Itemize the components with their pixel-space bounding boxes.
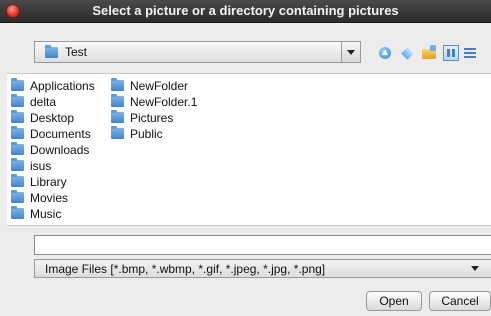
list-view-icon[interactable] (443, 45, 459, 61)
list-item-label: isus (30, 159, 52, 173)
folder-icon (11, 110, 24, 123)
file-list-column: NewFolder NewFolder.1 Pictures Public (111, 78, 197, 142)
list-item-label: NewFolder (130, 79, 189, 93)
file-type-filter[interactable]: Image Files [*.bmp, *.wbmp, *.gif, *.jpe… (34, 259, 491, 278)
folder-icon (11, 206, 24, 219)
file-type-filter-value: Image Files [*.bmp, *.wbmp, *.gif, *.jpe… (45, 262, 326, 276)
list-item[interactable]: Downloads (11, 142, 95, 158)
list-item-label: Pictures (130, 111, 174, 125)
list-item[interactable]: Library (11, 174, 95, 190)
folder-icon (11, 126, 24, 139)
list-item[interactable]: NewFolder.1 (111, 94, 197, 110)
folder-icon (11, 94, 24, 107)
list-item-label: Desktop (30, 111, 75, 125)
list-item[interactable]: isus (11, 158, 95, 174)
directory-combo[interactable]: Test (34, 41, 361, 63)
up-one-level-icon[interactable] (377, 45, 393, 61)
cancel-button[interactable]: Cancel (429, 291, 491, 311)
list-item[interactable]: NewFolder (111, 78, 197, 94)
file-name-input[interactable] (34, 235, 491, 255)
folder-icon (11, 142, 24, 155)
list-item-label: NewFolder.1 (130, 95, 198, 109)
title-bar: Select a picture or a directory containi… (0, 0, 491, 23)
folder-icon (11, 174, 24, 187)
list-item[interactable]: Desktop (11, 110, 95, 126)
list-item-label: Public (130, 127, 163, 141)
folder-icon (11, 158, 24, 171)
new-folder-icon[interactable] (421, 45, 437, 61)
list-item[interactable]: Music (11, 206, 95, 222)
details-view-icon[interactable] (462, 45, 478, 61)
folder-icon (111, 78, 124, 91)
list-item-label: Movies (30, 191, 69, 205)
folder-icon (111, 110, 124, 123)
folder-icon (11, 78, 24, 91)
home-icon[interactable] (400, 45, 416, 61)
list-item-label: Music (30, 207, 62, 221)
file-list-column: Applications delta Desktop Documents Dow… (11, 78, 95, 222)
chevron-down-icon[interactable] (341, 42, 360, 62)
folder-icon (111, 126, 124, 139)
list-item[interactable]: delta (11, 94, 95, 110)
folder-icon (45, 45, 58, 58)
list-item[interactable]: Movies (11, 190, 95, 206)
list-item-label: Applications (30, 79, 95, 93)
directory-combo-value: Test (65, 45, 88, 59)
list-item-label: Downloads (30, 143, 90, 157)
folder-icon (111, 94, 124, 107)
file-list[interactable]: Applications delta Desktop Documents Dow… (7, 73, 491, 226)
folder-icon (11, 190, 24, 203)
list-item-label: delta (30, 95, 57, 109)
list-item[interactable]: Pictures (111, 110, 197, 126)
chevron-down-icon[interactable] (467, 260, 483, 277)
list-item[interactable]: Public (111, 126, 197, 142)
open-button[interactable]: Open (366, 291, 422, 311)
list-item[interactable]: Applications (11, 78, 95, 94)
list-item-label: Library (30, 175, 67, 189)
window-title: Select a picture or a directory containi… (92, 3, 399, 18)
list-item[interactable]: Documents (11, 126, 95, 142)
list-item-label: Documents (30, 127, 91, 141)
